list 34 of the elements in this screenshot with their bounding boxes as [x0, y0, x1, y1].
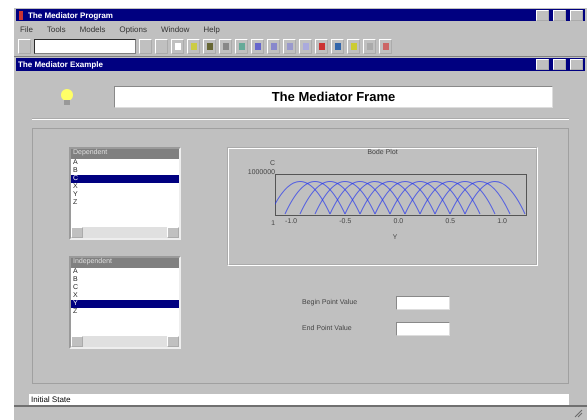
menu-item[interactable]: Window: [160, 25, 190, 34]
status-field: Initial State: [29, 394, 569, 405]
scroll-bar[interactable]: [71, 226, 179, 238]
combo-field[interactable]: [34, 39, 136, 54]
lightbulb-icon: [60, 88, 74, 106]
menu-item[interactable]: Tools: [46, 25, 66, 34]
menu-item[interactable]: Help: [203, 25, 220, 34]
window-title: The Mediator Program: [28, 10, 114, 20]
minimize-button[interactable]: [536, 10, 549, 21]
scroll-bar[interactable]: [71, 336, 179, 347]
minimize-button[interactable]: [536, 58, 549, 70]
menu-item[interactable]: Models: [80, 25, 106, 34]
frame-title: The Mediator Frame: [114, 86, 553, 108]
input-field[interactable]: [396, 322, 450, 336]
tool-button[interactable]: [219, 39, 232, 54]
app-icon: [18, 10, 24, 20]
input-field[interactable]: [396, 296, 450, 310]
menu-item[interactable]: Options: [119, 25, 147, 34]
close-button[interactable]: [570, 10, 583, 21]
menu-item[interactable]: File: [20, 25, 33, 34]
tool-button[interactable]: [331, 39, 344, 54]
tool-button[interactable]: [235, 39, 248, 54]
maximize-button[interactable]: [553, 58, 566, 70]
dropdown-button[interactable]: [139, 39, 152, 54]
tool-button[interactable]: [283, 39, 296, 54]
resize-grip-icon[interactable]: [573, 408, 583, 418]
tool-button[interactable]: [251, 39, 264, 54]
tool-button[interactable]: [203, 39, 216, 54]
tool-button[interactable]: [379, 39, 392, 54]
tool-button[interactable]: [267, 39, 280, 54]
close-button[interactable]: [570, 58, 583, 70]
tool-button[interactable]: [315, 39, 328, 54]
maximize-button[interactable]: [553, 10, 566, 21]
window-title: The Mediator Example: [18, 60, 104, 69]
